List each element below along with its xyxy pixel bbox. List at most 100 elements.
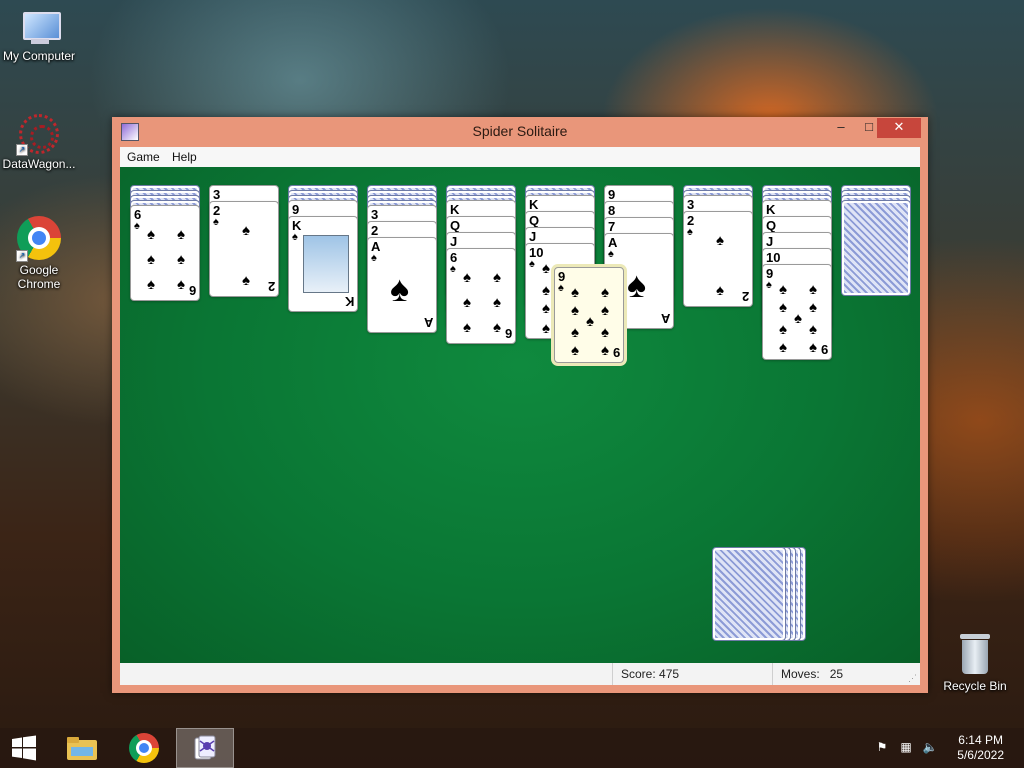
card-face-up[interactable]: 2 ♠ ♠ ♠ 2 xyxy=(209,201,279,297)
action-center-flag-icon[interactable]: ⚑ xyxy=(874,740,890,756)
spade-icon: ♠ xyxy=(213,216,219,228)
taskbar-chrome[interactable] xyxy=(120,728,168,768)
status-bar: Score: 475 Moves: 25 ⋰ xyxy=(120,663,920,685)
spade-icon: ♠ xyxy=(809,339,817,356)
spade-icon: ♠ xyxy=(779,321,787,338)
spade-icon: ♠ xyxy=(177,276,185,293)
spade-icon: ♠ xyxy=(809,321,817,338)
menu-help[interactable]: Help xyxy=(172,150,197,164)
card-rank-bottom: 9 xyxy=(820,342,828,357)
spade-icon: ♠ xyxy=(608,248,614,260)
card-face-up[interactable]: 6 ♠ ♠ ♠ ♠ ♠ ♠ ♠ 6 xyxy=(130,205,200,301)
card-face-up[interactable]: K ♠ K xyxy=(288,216,358,312)
resize-grip-icon[interactable]: ⋰ xyxy=(908,673,918,683)
menu-game[interactable]: Game xyxy=(127,150,160,164)
spade-icon: ♠ xyxy=(542,320,550,337)
windows-start-icon xyxy=(12,735,36,761)
spade-icon: ♠ xyxy=(558,282,564,294)
card-face-up[interactable]: 9 ♠ ♠ ♠ ♠ ♠ ♠ ♠ ♠ ♠ ♠ 9 xyxy=(762,264,832,360)
spade-icon: ♠ xyxy=(601,302,609,319)
spade-icon: ♠ xyxy=(371,252,377,264)
card-face-up[interactable]: 6 ♠ ♠ ♠ ♠ ♠ ♠ ♠ 6 xyxy=(446,248,516,344)
desktop-icon-datawagon[interactable]: DataWagon... ↗ xyxy=(0,114,78,171)
spade-icon: ♠ xyxy=(147,251,155,268)
card-face-up[interactable]: A ♠ ♠ A xyxy=(367,237,437,333)
spade-icon: ♠ xyxy=(463,294,471,311)
spade-icon: ♠ xyxy=(571,284,579,301)
spade-icon: ♠ xyxy=(147,276,155,293)
spade-icon: ♠ xyxy=(627,264,647,305)
game-board[interactable]: 6♠♠♠♠♠♠♠63♠2♠♠♠29♠K♠K3♠2♠A♠♠AK♠Q♠J♠6♠♠♠♠… xyxy=(120,167,920,663)
window-title: Spider Solitaire xyxy=(472,123,568,139)
minimize-button[interactable]: – xyxy=(826,118,856,138)
spade-icon: ♠ xyxy=(390,268,410,309)
network-icon[interactable]: ▦ xyxy=(898,740,914,756)
spade-icon: ♠ xyxy=(571,342,579,359)
spade-icon: ♠ xyxy=(687,226,693,238)
spade-icon: ♠ xyxy=(809,299,817,316)
desktop-icon-recycle-bin[interactable]: Recycle Bin xyxy=(936,632,1014,693)
menu-bar: Game Help xyxy=(120,147,920,167)
spade-icon: ♠ xyxy=(716,232,724,249)
card-rank-bottom: A xyxy=(660,311,670,326)
spade-icon: ♠ xyxy=(493,269,501,286)
chrome-icon xyxy=(129,733,159,763)
taskbar-spider-solitaire[interactable] xyxy=(176,728,234,768)
spider-solitaire-icon xyxy=(194,735,216,760)
spade-icon: ♠ xyxy=(794,310,802,327)
shortcut-arrow-icon: ↗ xyxy=(16,144,28,156)
desktop-icon-google-chrome[interactable]: Google Chrome ↗ xyxy=(0,216,78,291)
spade-icon: ♠ xyxy=(493,294,501,311)
spade-icon: ♠ xyxy=(242,272,250,289)
spade-icon: ♠ xyxy=(242,222,250,239)
court-card-art xyxy=(303,235,349,293)
start-button[interactable] xyxy=(0,728,48,768)
spade-icon: ♠ xyxy=(542,300,550,317)
system-clock[interactable]: 6:14 PM 5/6/2022 xyxy=(957,733,1004,763)
spade-icon: ♠ xyxy=(809,281,817,298)
spade-icon: ♠ xyxy=(177,251,185,268)
stock-deal-card[interactable] xyxy=(712,547,786,641)
card-rank-bottom: 2 xyxy=(267,279,275,294)
spade-icon: ♠ xyxy=(493,319,501,336)
spade-icon: ♠ xyxy=(450,263,456,275)
moves-label: Moves: xyxy=(781,667,820,681)
card-rank-bottom: 6 xyxy=(504,326,512,341)
spade-icon: ♠ xyxy=(542,282,550,299)
close-button[interactable]: ✕ xyxy=(877,118,921,138)
desktop-icon-label: Recycle Bin xyxy=(943,679,1007,693)
spade-icon: ♠ xyxy=(571,324,579,341)
spade-icon: ♠ xyxy=(779,339,787,356)
card-rank-bottom: 2 xyxy=(741,289,749,304)
volume-muted-icon[interactable]: 🔈 xyxy=(922,740,938,756)
card-rank-bottom: A xyxy=(423,315,433,330)
clock-time: 6:14 PM xyxy=(958,733,1003,747)
spade-icon: ♠ xyxy=(529,258,535,270)
desktop-icon-my-computer[interactable]: My Computer xyxy=(0,10,78,63)
computer-icon xyxy=(17,10,61,46)
card-rank-bottom: 6 xyxy=(188,283,196,298)
recycle-bin-icon xyxy=(958,632,992,676)
spade-icon: ♠ xyxy=(292,231,298,243)
spade-icon: ♠ xyxy=(779,281,787,298)
spade-icon: ♠ xyxy=(542,260,550,277)
desktop-icon-label: My Computer xyxy=(2,49,76,63)
spade-icon: ♠ xyxy=(571,302,579,319)
spade-icon: ♠ xyxy=(716,282,724,299)
card-rank-bottom: 9 xyxy=(612,345,620,360)
spade-icon: ♠ xyxy=(177,226,185,243)
spade-icon: ♠ xyxy=(134,220,140,232)
file-explorer-icon xyxy=(67,737,97,760)
desktop-icon-label: DataWagon... xyxy=(2,157,76,171)
spider-solitaire-window: Spider Solitaire – □ ✕ Game Help 6 ♠ ♠ ♠ ♠ ♠ ♠… xyxy=(112,117,928,693)
spade-icon: ♠ xyxy=(601,284,609,301)
dragged-card[interactable]: 9 ♠ ♠ ♠ ♠ ♠ ♠ ♠ ♠ ♠ ♠ 9 xyxy=(554,267,624,363)
card-rank-bottom: K xyxy=(344,294,354,309)
taskbar-file-explorer[interactable] xyxy=(58,728,106,768)
title-bar[interactable]: Spider Solitaire – □ ✕ xyxy=(112,117,928,145)
spade-icon: ♠ xyxy=(463,269,471,286)
moves-value: 25 xyxy=(829,667,844,681)
score-display: Score: 475 xyxy=(612,663,771,685)
card-face-up[interactable]: 2 ♠ ♠ ♠ 2 xyxy=(683,211,753,307)
spade-icon: ♠ xyxy=(766,279,772,291)
